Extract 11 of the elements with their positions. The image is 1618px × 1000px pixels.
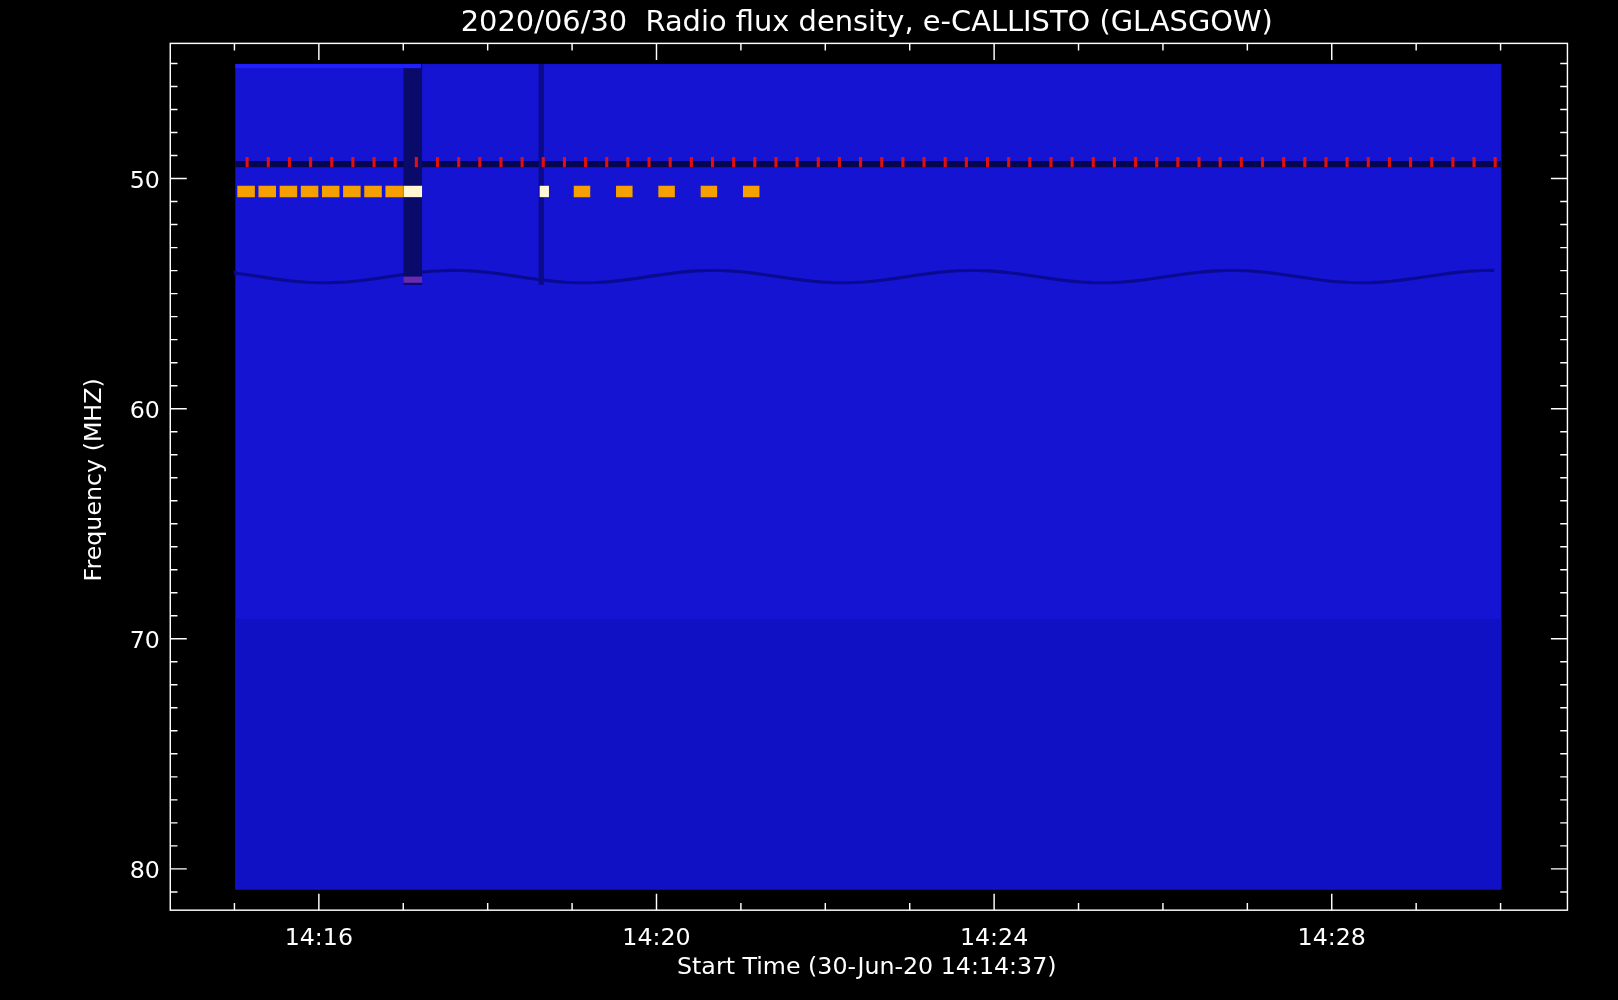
axis-tick-label: 14:28 [1297, 923, 1366, 952]
axis-label: Start Time (30-Jun-20 14:14:37) [677, 952, 1057, 981]
axis-tick-label: 70 [129, 626, 160, 655]
axis-tick-label: 14:16 [284, 923, 354, 952]
axis-tick-label: 50 [129, 165, 160, 194]
axis-label: Frequency (MHZ) [79, 378, 108, 582]
chart-title: 2020/06/30 Radio flux density, e-CALLISTO (GLASGOW) [460, 4, 1273, 38]
axis-tick-label: 14:24 [959, 923, 1029, 952]
axis-tick-label: 14:20 [622, 923, 691, 952]
axis-tick-label: 80 [129, 856, 160, 885]
axis-tick-label: 60 [129, 395, 160, 424]
